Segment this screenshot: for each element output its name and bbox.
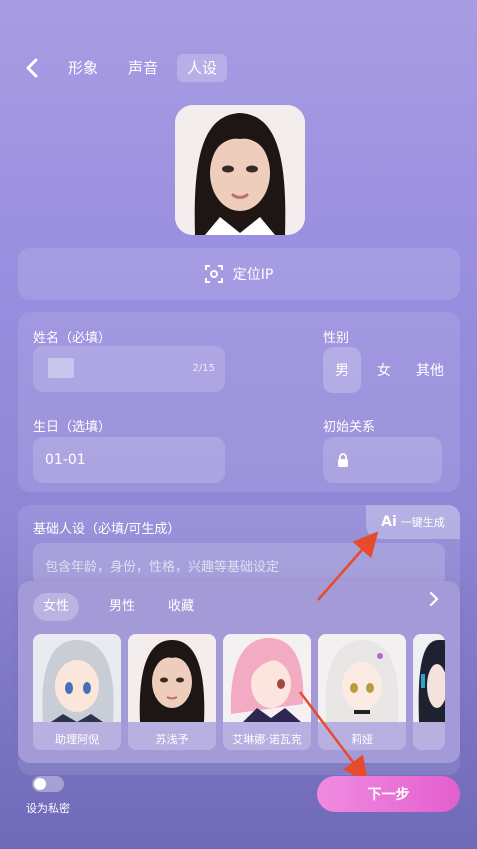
chevron-right-icon [429,591,439,607]
character-card[interactable]: 助理阿倪 [33,634,121,750]
locate-ip-button[interactable]: 定位IP [18,248,460,300]
character-name: 助理阿倪 [55,733,99,746]
redacted-name [48,358,74,378]
name-char-count: 2/15 [192,363,215,374]
toggle-knob [34,778,46,790]
character-name: 艾琳娜·诺瓦克 [232,733,302,746]
more-characters-button[interactable] [428,591,444,609]
character-portrait [33,634,121,722]
character-portrait [223,634,311,722]
subtab-female[interactable]: 女性 [33,593,80,621]
gender-selector: 男 女 其他 [323,347,453,393]
relation-label: 初始关系 [323,420,376,435]
birthday-input[interactable]: 01-01 [33,437,225,483]
character-portrait [128,634,216,722]
character-card[interactable]: 艾琳娜·诺瓦克 [223,634,311,750]
character-name [413,726,445,750]
tab-persona[interactable]: 人设 [177,54,228,82]
avatar-portrait [175,105,305,235]
private-toggle[interactable] [32,776,64,792]
next-step-button[interactable]: 下一步 [317,776,460,812]
character-name: 苏浅予 [155,733,189,746]
ai-generate-button[interactable]: Ai 一键生成 [366,505,460,539]
character-card[interactable]: 莉娅 [318,634,406,750]
birthday-label: 生日（选填） [33,420,112,435]
relation-select[interactable] [323,437,442,483]
scan-target-icon [204,265,223,283]
gender-option-other[interactable]: 其他 [407,347,453,393]
gender-option-female[interactable]: 女 [365,347,403,393]
private-label: 设为私密 [26,802,70,815]
character-portrait [413,634,445,722]
chevron-left-icon [26,58,38,78]
birthday-value: 01-01 [45,452,86,468]
tab-voice[interactable]: 声音 [118,54,168,82]
avatar[interactable] [175,105,305,235]
subtab-favorites[interactable]: 收藏 [158,593,204,621]
name-label: 姓名（必填） [33,331,112,346]
persona-label: 基础人设（必填/可生成） [33,522,181,537]
locate-ip-label: 定位IP [232,267,274,283]
character-name: 莉娅 [351,733,373,746]
ai-generate-label: 一键生成 [400,516,445,529]
character-portrait [318,634,406,722]
lock-icon [338,453,348,467]
next-step-label: 下一步 [367,787,410,803]
character-card[interactable]: 苏浅予 [128,634,216,750]
gender-option-male[interactable]: 男 [323,347,361,393]
gender-label: 性别 [323,331,350,346]
persona-placeholder: 包含年龄，身份，性格，兴趣等基础设定 [45,559,280,575]
character-card[interactable] [413,634,445,750]
subtab-male[interactable]: 男性 [99,593,145,621]
back-button[interactable] [18,54,46,82]
tab-appearance[interactable]: 形象 [58,54,108,82]
ai-logo-icon: Ai [381,514,397,530]
